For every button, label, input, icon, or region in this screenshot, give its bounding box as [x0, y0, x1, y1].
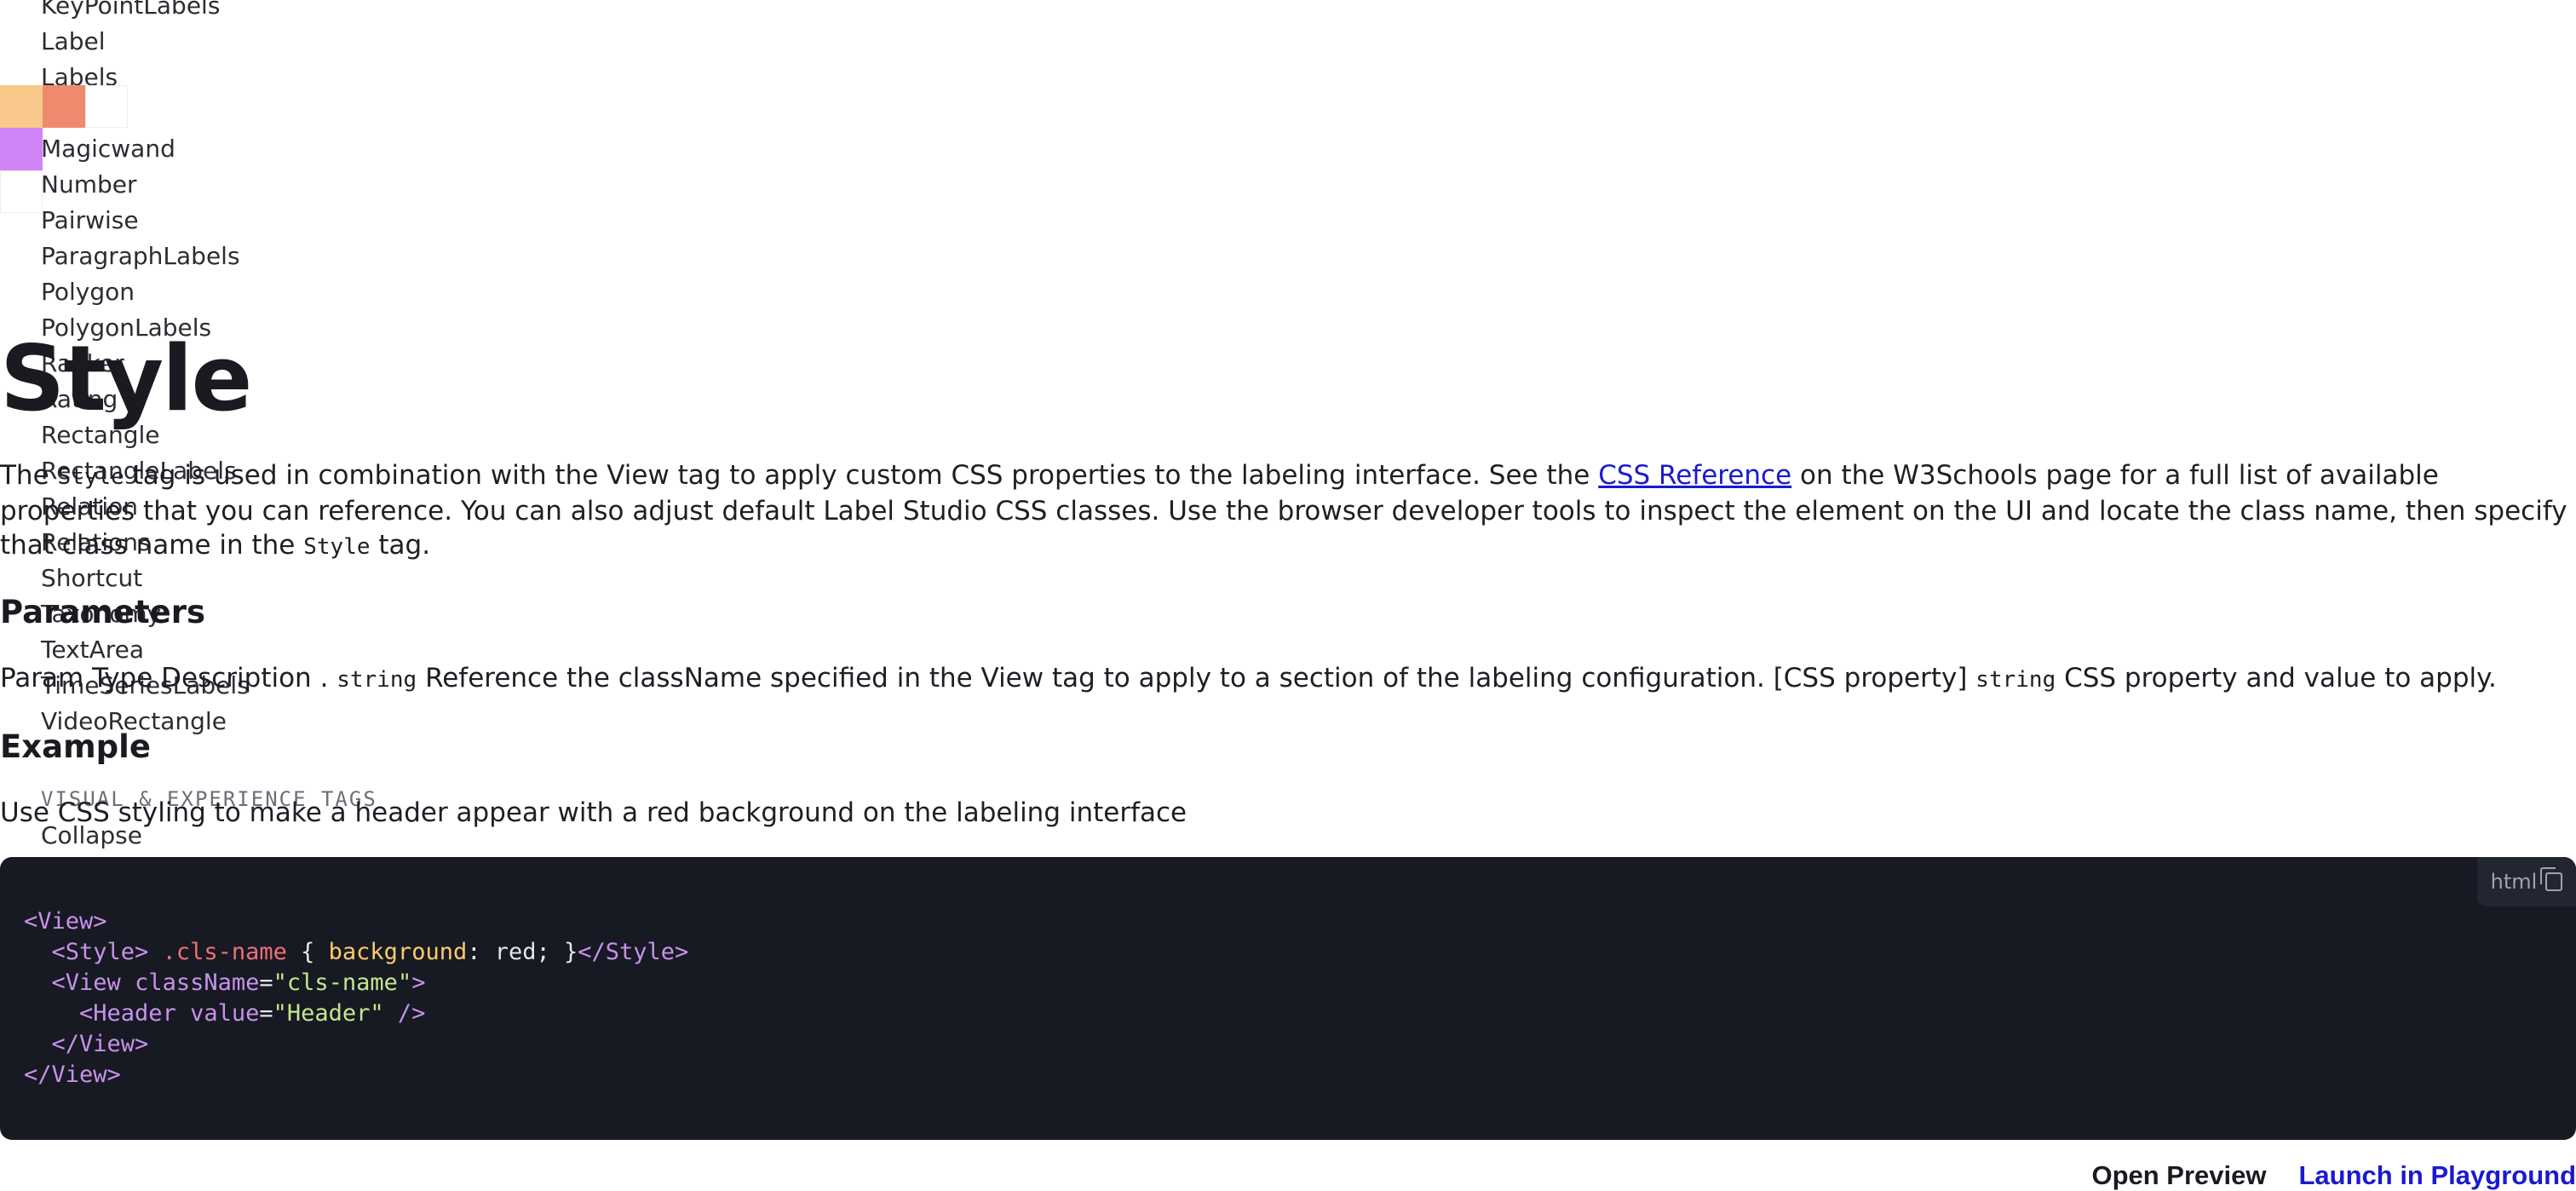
color-swatch-white-2 [0, 170, 43, 213]
code-token: <View [51, 969, 135, 996]
sidebar-item-label[interactable]: Label [41, 24, 250, 60]
code-token: : red; } [467, 939, 578, 965]
intro-text-1: The [0, 460, 58, 491]
code-token: background [328, 939, 468, 965]
param-name: . [319, 663, 329, 693]
code-actions: Open Preview Launch in Playground [2091, 1160, 2576, 1191]
parameters-heading: Parameters [0, 594, 206, 630]
code-token: className [135, 969, 260, 996]
sidebar-item-pairwise[interactable]: Pairwise [41, 203, 250, 239]
code-token: <Header [79, 1000, 191, 1027]
css-reference-link[interactable]: CSS Reference [1598, 460, 1791, 491]
sidebar-item-magicwand[interactable]: Magicwand [41, 131, 250, 167]
code-token: > [411, 969, 426, 996]
page-title: Style [0, 326, 252, 431]
intro-text-4: tag. [370, 530, 431, 561]
intro-inline-code-2: Style [303, 534, 371, 560]
param-type: string [1975, 667, 2056, 693]
parameters-table: Param Type Description . string Referenc… [0, 661, 2497, 697]
param-type: string [336, 667, 417, 693]
intro-inline-code-1: Style [57, 464, 124, 490]
intro-paragraph: The Style tag is used in combination wit… [0, 458, 2576, 564]
code-token: /> [383, 1000, 426, 1027]
color-swatch-purple [0, 128, 43, 170]
open-preview-button[interactable]: Open Preview [2091, 1160, 2266, 1191]
params-table-header: Param Type Description [0, 663, 312, 693]
example-description: Use CSS styling to make a header appear … [0, 797, 1187, 828]
param-description: CSS property and value to apply. [2064, 663, 2497, 693]
sidebar-item-keypointlabels[interactable]: KeyPointLabels [41, 0, 250, 24]
code-token: .cls-name [148, 939, 287, 965]
color-swatch-orange-light [0, 85, 43, 128]
code-content: <View> <Style> .cls-name { background: r… [24, 906, 688, 1090]
example-heading: Example [0, 728, 151, 765]
code-token: "Header" [273, 1000, 384, 1027]
intro-text-2: tag is used in combination with the View… [124, 460, 1599, 491]
color-swatch-salmon [43, 85, 85, 128]
code-token: </View> [24, 1062, 121, 1088]
copy-icon[interactable] [2540, 867, 2563, 891]
code-token: <Style> [51, 939, 149, 965]
code-token: </View> [51, 1031, 149, 1057]
param-name: [CSS property] [1773, 663, 1968, 693]
sidebar-item-polygon[interactable]: Polygon [41, 274, 250, 310]
code-token: = [259, 969, 273, 996]
code-block[interactable]: html <View> <Style> .cls-name { backgrou… [0, 857, 2576, 1140]
code-token: { [286, 939, 329, 965]
code-token: value [190, 1000, 260, 1027]
code-language-chip: html [2477, 857, 2576, 906]
code-token: "cls-name" [273, 969, 412, 996]
code-token: <View> [24, 908, 107, 935]
code-token: </Style> [578, 939, 689, 965]
color-swatch-white [85, 85, 128, 128]
launch-playground-button[interactable]: Launch in Playground [2298, 1160, 2576, 1191]
sidebar-item-shortcut[interactable]: Shortcut [41, 561, 250, 596]
sidebar-item-paragraphlabels[interactable]: ParagraphLabels [41, 239, 250, 274]
code-language-label: html [2490, 870, 2538, 894]
sidebar-item-number[interactable]: Number [41, 167, 250, 203]
code-token: = [259, 1000, 273, 1027]
param-description: Reference the className specified in the… [425, 663, 1765, 693]
